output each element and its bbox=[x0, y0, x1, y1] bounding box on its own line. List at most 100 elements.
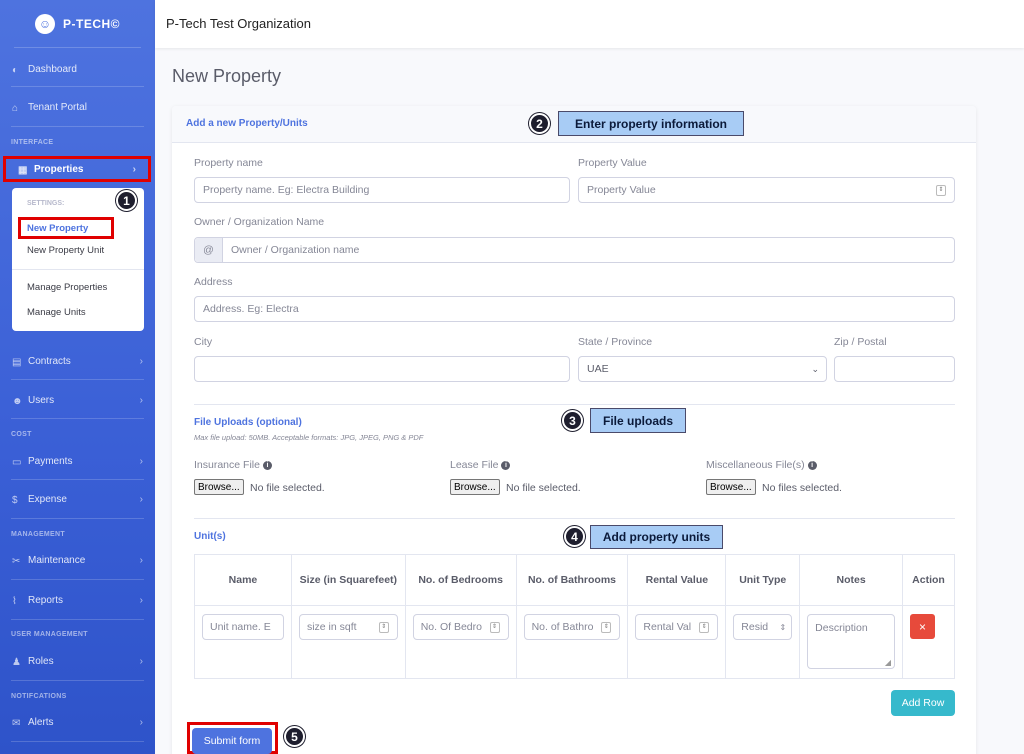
submenu-item-manage-units[interactable]: Manage Units bbox=[27, 307, 86, 318]
file-uploads-title: File Uploads (optional) bbox=[194, 417, 302, 428]
number-spinner-icon[interactable]: ⇕ bbox=[936, 185, 946, 196]
sidebar-item-label: Reports bbox=[28, 594, 64, 606]
callout-badge-4: 4 bbox=[564, 526, 585, 547]
notes-textarea[interactable]: Description ◢ bbox=[807, 614, 896, 669]
divider bbox=[11, 479, 144, 480]
sidebar-item-label: Tenant Portal bbox=[28, 101, 87, 113]
city-input[interactable] bbox=[194, 356, 570, 382]
section-heading-interface: INTERFACE bbox=[11, 139, 54, 146]
sidebar-item-label: Roles bbox=[28, 655, 54, 667]
envelope-icon: ✉ bbox=[12, 717, 21, 729]
owner-input-group[interactable]: @ Owner / Organization name bbox=[194, 237, 955, 263]
topbar: P-Tech Test Organization bbox=[155, 0, 1024, 48]
unit-name-input[interactable]: Unit name. E bbox=[202, 614, 284, 640]
sidebar-item-label: Maintenance bbox=[28, 554, 86, 566]
divider bbox=[11, 579, 144, 580]
sidebar-item-reports[interactable]: ⌇ Reports › bbox=[0, 589, 155, 611]
users-icon: ☻ bbox=[12, 395, 23, 407]
bedrooms-input[interactable]: No. Of Bedro ⇕ bbox=[412, 614, 509, 640]
sidebar-item-label: Expense bbox=[28, 493, 67, 505]
table-header-row: Name Size (in Squarefeet) No. of Bedroom… bbox=[194, 554, 955, 606]
sidebar-item-tenant-portal[interactable]: ⌂ Tenant Portal bbox=[0, 96, 155, 118]
unit-type-select[interactable]: Resid ⇕ bbox=[733, 614, 793, 640]
remove-row-button[interactable]: × bbox=[910, 614, 936, 639]
number-spinner-icon[interactable]: ⇕ bbox=[489, 622, 500, 633]
col-name: Name bbox=[194, 554, 292, 606]
chevron-down-icon: ⌄ bbox=[811, 363, 819, 374]
callout-add-property-units: Add property units bbox=[590, 525, 723, 549]
lease-browse-button[interactable]: Browse... bbox=[450, 479, 500, 495]
tools-icon: ✂ bbox=[12, 555, 21, 567]
state-label: State / Province bbox=[578, 336, 653, 348]
state-select[interactable]: UAE ⌄ bbox=[578, 356, 827, 382]
sidebar-item-expense[interactable]: $ Expense › bbox=[0, 488, 155, 510]
chevron-right-icon: › bbox=[139, 594, 143, 606]
address-input[interactable]: Address. Eg: Electra bbox=[194, 296, 955, 322]
col-notes: Notes bbox=[799, 554, 904, 606]
info-icon[interactable]: i bbox=[262, 460, 272, 470]
number-spinner-icon[interactable]: ⇕ bbox=[601, 622, 612, 633]
divider bbox=[11, 86, 144, 87]
bathrooms-input[interactable]: No. of Bathro ⇕ bbox=[523, 614, 621, 640]
owner-input[interactable]: Owner / Organization name bbox=[223, 244, 359, 256]
unit-size-input[interactable]: size in sqft ⇕ bbox=[298, 614, 398, 640]
sidebar: ☺ P-TECH© ◐ Dashboard ⌂ Tenant Portal INTE… bbox=[0, 0, 155, 754]
sidebar-item-label: Properties bbox=[34, 163, 84, 175]
sort-arrows-icon: ⇕ bbox=[779, 622, 787, 632]
misc-browse-button[interactable]: Browse... bbox=[706, 479, 756, 495]
money-icon: ▭ bbox=[12, 456, 22, 468]
divider bbox=[11, 418, 144, 419]
brand-logo-icon: ☺ bbox=[34, 13, 55, 34]
col-rental-value: Rental Value bbox=[627, 554, 727, 606]
zip-input[interactable] bbox=[834, 356, 955, 382]
notes-placeholder: Description bbox=[815, 622, 868, 634]
number-spinner-icon[interactable]: ⇕ bbox=[699, 622, 710, 633]
sidebar-item-alerts[interactable]: ✉ Alerts › bbox=[0, 711, 155, 733]
misc-file-label: Miscellaneous File(s) i bbox=[706, 459, 817, 471]
sidebar-item-dashboard[interactable]: ◐ Dashboard bbox=[0, 58, 155, 80]
property-value-input[interactable]: Property Value ⇕ bbox=[578, 177, 955, 203]
sidebar-item-maintenance[interactable]: ✂ Maintenance › bbox=[0, 549, 155, 571]
rental-value-input[interactable]: Rental Val ⇕ bbox=[635, 614, 719, 640]
section-heading-notifications: NOTIFCATIONS bbox=[11, 693, 67, 700]
chevron-right-icon: › bbox=[139, 355, 143, 367]
page-title: New Property bbox=[172, 66, 282, 86]
sidebar-item-properties[interactable]: ▦ Properties › bbox=[3, 156, 151, 182]
city-label: City bbox=[194, 336, 213, 348]
insurance-file-label-text: Insurance File bbox=[194, 459, 260, 471]
submit-form-button[interactable]: Submit form bbox=[192, 728, 272, 754]
sidebar-item-users[interactable]: ☻ Users › bbox=[0, 389, 155, 411]
sidebar-item-label: Alerts bbox=[28, 716, 54, 728]
zip-label: Zip / Postal bbox=[834, 336, 887, 348]
insurance-browse-button[interactable]: Browse... bbox=[194, 479, 244, 495]
card-title: Add a new Property/Units bbox=[186, 118, 308, 129]
section-divider bbox=[194, 404, 955, 405]
document-icon: ▤ bbox=[12, 356, 22, 368]
section-heading-cost: COST bbox=[11, 431, 32, 438]
resize-handle-icon[interactable]: ◢ bbox=[885, 658, 891, 667]
submenu-item-new-property[interactable]: New Property bbox=[18, 217, 114, 239]
info-icon[interactable]: i bbox=[807, 460, 817, 470]
cell-size: size in sqft ⇕ bbox=[290, 605, 406, 679]
sidebar-item-roles[interactable]: ♟ Roles › bbox=[0, 650, 155, 672]
cell-bathrooms: No. of Bathro ⇕ bbox=[515, 605, 629, 679]
cell-bedrooms: No. Of Bedro ⇕ bbox=[404, 605, 517, 679]
sidebar-item-contracts[interactable]: ▤ Contracts › bbox=[0, 350, 155, 372]
info-icon[interactable]: i bbox=[501, 460, 511, 470]
lease-file-status: No file selected. bbox=[506, 482, 581, 494]
number-spinner-icon[interactable]: ⇕ bbox=[378, 622, 389, 633]
callout-badge-1: 1 bbox=[116, 190, 137, 211]
submenu-item-new-property-unit[interactable]: New Property Unit bbox=[27, 245, 104, 256]
divider bbox=[11, 126, 144, 127]
submenu-item-manage-properties[interactable]: Manage Properties bbox=[27, 282, 107, 293]
property-name-input[interactable]: Property name. Eg: Electra Building bbox=[194, 177, 570, 203]
sidebar-item-payments[interactable]: ▭ Payments › bbox=[0, 450, 155, 472]
chevron-right-icon: › bbox=[139, 455, 143, 467]
property-value-label: Property Value bbox=[578, 157, 647, 169]
add-row-button[interactable]: Add Row bbox=[891, 690, 955, 716]
section-heading-user-management: USER MANAGEMENT bbox=[11, 631, 88, 638]
callout-badge-5: 5 bbox=[284, 726, 305, 747]
brand[interactable]: ☺ P-TECH© bbox=[14, 0, 141, 48]
rental-value-placeholder: Rental Val bbox=[643, 621, 692, 633]
sidebar-item-label: Payments bbox=[28, 455, 73, 467]
